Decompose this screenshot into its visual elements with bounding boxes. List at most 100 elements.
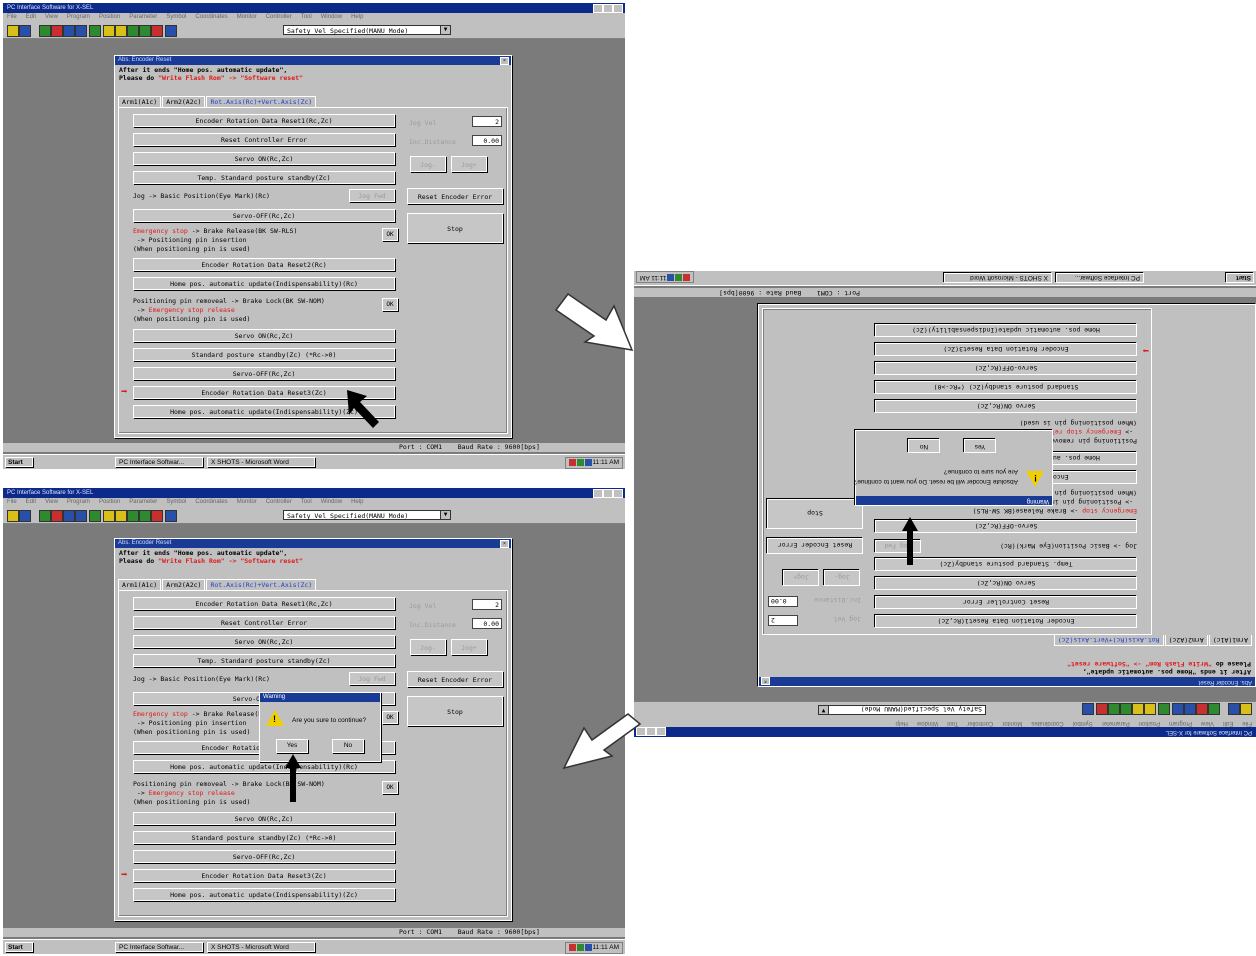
tab-arm2[interactable]: Arm2(A2c) (162, 96, 206, 107)
open-icon[interactable] (7, 510, 19, 522)
menu-position[interactable]: Position (1139, 720, 1160, 726)
program-icon[interactable] (51, 25, 63, 37)
menu-edit[interactable]: Edit (1223, 720, 1233, 726)
jog-vel-field[interactable]: 2 (472, 116, 502, 127)
close-icon[interactable]: × (500, 540, 509, 548)
error-icon[interactable] (151, 510, 163, 522)
parameter-icon[interactable] (63, 25, 75, 37)
jog-minus-button[interactable]: Jog- (410, 639, 446, 655)
inc-distance-field[interactable]: 0.00 (472, 135, 502, 146)
menu-help[interactable]: Help (896, 720, 908, 726)
menu-coordinates[interactable]: Coordinates (195, 14, 227, 20)
chart-icon[interactable] (139, 510, 151, 522)
menu-file[interactable]: File (1242, 720, 1252, 726)
standard-standby-button[interactable]: Standard posture standby(Zc) (*Rc->0) (875, 381, 1137, 394)
reset-encoder-error-button[interactable]: Reset Encoder Error (407, 671, 503, 687)
yes-button[interactable]: Yes (964, 439, 996, 453)
menu-program[interactable]: Program (1169, 720, 1192, 726)
tab-arm1[interactable]: Arm1(A1c) (118, 96, 162, 107)
tab-rot-vert[interactable]: Rot.Axis(Rc)+Vert.Axis(Zc) (206, 579, 317, 590)
program-icon[interactable] (51, 510, 63, 522)
menu-help[interactable]: Help (351, 14, 363, 20)
save-icon[interactable] (1228, 703, 1240, 715)
jog-minus-button[interactable]: Jog- (824, 570, 860, 586)
encoder-reset1-button[interactable]: Encoder Rotation Data Reset1(Rc,Zc) (133, 114, 395, 127)
menu-tool[interactable]: Tool (301, 499, 312, 505)
reset-encoder-error-button[interactable]: Reset Encoder Error (767, 538, 863, 554)
position-icon[interactable] (39, 25, 51, 37)
brake-lock-ok-button[interactable]: OK (382, 781, 398, 794)
menu-controller[interactable]: Controller (266, 14, 292, 20)
mode-combo[interactable]: Safety Vel Specified(MANU Mode) ▼ (283, 510, 451, 520)
open-icon[interactable] (1240, 703, 1252, 715)
menu-parameter[interactable]: Parameter (129, 499, 157, 505)
temp-standby-button[interactable]: Temp. Standard posture standby(Zc) (133, 654, 395, 667)
menu-parameter[interactable]: Parameter (129, 14, 157, 20)
menu-monitor[interactable]: Monitor (237, 14, 257, 20)
task-word[interactable]: X SHOTS - Microsoft Word (207, 457, 315, 467)
menu-view[interactable]: View (45, 499, 58, 505)
chart-icon[interactable] (139, 25, 151, 37)
menu-symbol[interactable]: Symbol (166, 499, 186, 505)
parameter-icon[interactable] (1184, 703, 1196, 715)
temp-standby-button[interactable]: Temp. Standard posture standby(Zc) (133, 171, 395, 184)
menu-coordinates[interactable]: Coordinates (195, 499, 227, 505)
minimize-button[interactable] (593, 4, 603, 13)
start-button[interactable]: Start (5, 457, 33, 467)
menu-monitor[interactable]: Monitor (237, 499, 257, 505)
menu-view[interactable]: View (1201, 720, 1214, 726)
jog-vel-field[interactable]: 2 (472, 599, 502, 610)
task-pc-interface[interactable]: PC Interface Softwar... (1056, 273, 1144, 283)
menu-edit[interactable]: Edit (26, 499, 36, 505)
mode-combo[interactable]: Safety Vel Specified(MANU Mode) ▼ (283, 25, 451, 35)
menu-parameter[interactable]: Parameter (1102, 720, 1130, 726)
home-icon[interactable] (103, 25, 115, 37)
save-icon[interactable] (19, 25, 31, 37)
reset-encoder-error-button[interactable]: Reset Encoder Error (407, 188, 503, 204)
servo-off2-button[interactable]: Servo-OFF(Rc,Zc) (875, 362, 1137, 375)
home-update-rc-button[interactable]: Home pos. automatic update(Indispensabil… (133, 277, 395, 290)
tab-arm2[interactable]: Arm2(A2c) (162, 579, 206, 590)
maximize-button[interactable] (603, 489, 613, 498)
stop-icon[interactable] (1082, 703, 1094, 715)
stop-icon[interactable] (165, 25, 177, 37)
monitor-icon[interactable] (127, 25, 139, 37)
servo-on2-button[interactable]: Servo ON(Rc,Zc) (133, 812, 395, 825)
no-button[interactable]: No (908, 439, 940, 453)
jog-fwd-button[interactable]: Jog Fwd (349, 189, 395, 202)
jog-icon[interactable] (115, 510, 127, 522)
mode-combo[interactable]: Safety Vel Specified(MANU Mode) ▼ (818, 705, 986, 715)
jog-fwd-button[interactable]: Jog Fwd (349, 672, 395, 685)
menu-help[interactable]: Help (351, 499, 363, 505)
tab-arm1[interactable]: Arm1(A1c) (1208, 635, 1252, 646)
monitor-icon[interactable] (127, 510, 139, 522)
menu-view[interactable]: View (45, 14, 58, 20)
encoder-reset1-button[interactable]: Encoder Rotation Data Reset1(Rc,Zc) (875, 615, 1137, 628)
menu-symbol[interactable]: Symbol (1073, 720, 1093, 726)
inc-distance-field[interactable]: 0.00 (472, 618, 502, 629)
servo-on-button[interactable]: Servo ON(Rc,Zc) (133, 152, 395, 165)
brake-release-ok-button[interactable]: OK (382, 711, 398, 724)
jog-plus-button[interactable]: Jog+ (783, 570, 819, 586)
jog-plus-button[interactable]: Jog+ (451, 156, 487, 172)
tab-arm2[interactable]: Arm2(A2c) (1164, 635, 1208, 646)
servo-on2-button[interactable]: Servo ON(Rc,Zc) (875, 400, 1137, 413)
tab-arm1[interactable]: Arm1(A1c) (118, 579, 162, 590)
home-icon[interactable] (103, 510, 115, 522)
home-update-zc-button[interactable]: Home pos. automatic update(Indispensabil… (133, 888, 395, 901)
menu-file[interactable]: File (7, 499, 17, 505)
position-icon[interactable] (39, 510, 51, 522)
minimize-button[interactable] (656, 727, 666, 736)
stop-button[interactable]: Stop (407, 696, 503, 726)
stop-icon[interactable] (165, 510, 177, 522)
servo-off2-button[interactable]: Servo-OFF(Rc,Zc) (133, 850, 395, 863)
encoder-reset2-button[interactable]: Encoder Rotation Data Reset2(Rc) (133, 258, 395, 271)
yes-button[interactable]: Yes (276, 739, 308, 753)
encoder-reset3-button[interactable]: Encoder Rotation Data Reset3(Zc) (875, 343, 1137, 356)
standard-standby-button[interactable]: Standard posture standby(Zc) (*Rc->0) (133, 348, 395, 361)
menu-controller[interactable]: Controller (266, 499, 292, 505)
task-pc-interface[interactable]: PC Interface Softwar... (115, 457, 203, 467)
menu-symbol[interactable]: Symbol (166, 14, 186, 20)
close-icon[interactable]: × (761, 677, 770, 685)
jog-vel-field[interactable]: 2 (768, 615, 798, 626)
